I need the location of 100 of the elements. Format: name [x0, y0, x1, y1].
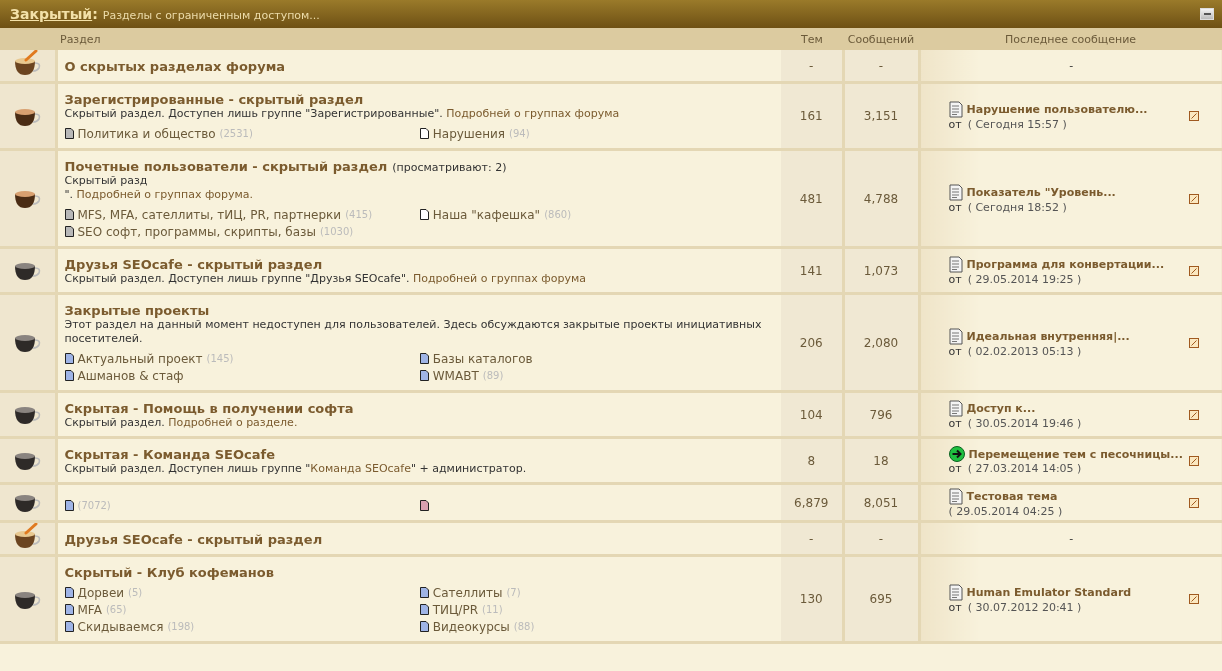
subforum-count: (11)	[482, 604, 503, 615]
post-count: 695	[869, 592, 893, 606]
author-prefix: от	[948, 462, 962, 475]
subforum-count: (94)	[509, 128, 530, 139]
author-prefix: от	[948, 272, 962, 286]
last-post-link[interactable]: Перемещение тем с песочницы...	[968, 447, 1183, 461]
post-date: ( 29.05.2014 19:25 )	[967, 272, 1082, 286]
post-count: 8,051	[863, 495, 899, 510]
subforum-count: (89)	[482, 370, 504, 381]
go-to-post-icon[interactable]	[1189, 497, 1199, 508]
post-date: ( Сегодня 15:57 )	[967, 118, 1067, 131]
subforum-link[interactable]: Скидываемся	[77, 619, 164, 634]
forum-title-link[interactable]: Зарегистрированные - скрытый раздел	[64, 92, 364, 107]
post-date: ( 30.05.2014 19:46 )	[967, 416, 1082, 430]
post-count: 3,151	[863, 109, 899, 123]
description-link[interactable]: Подробней о группах форума	[446, 107, 620, 120]
author-prefix: от	[948, 200, 962, 214]
subforum-count: (7)	[506, 587, 521, 598]
post-count: -	[878, 531, 884, 546]
description-link[interactable]: Подробней о группах форума	[412, 272, 586, 285]
author-prefix: от	[948, 416, 962, 430]
last-post-link[interactable]: Нарушение пользователю...	[966, 103, 1148, 116]
subforum-link[interactable]: Наша "кафешка"	[432, 207, 541, 222]
go-to-post-icon[interactable]	[1189, 111, 1199, 121]
last-post-link[interactable]: Тестовая тема	[966, 489, 1058, 503]
post-date: ( 30.07.2012 20:41 )	[967, 601, 1082, 614]
subforum-link[interactable]: Видеокурсы	[432, 619, 510, 634]
column-header: Последнее сообщение	[1004, 32, 1137, 46]
forum-description: Скрытый раздел. Доступен лишь группе "Друзья SEOcafe".	[64, 272, 411, 285]
last-post-link[interactable]: Программа для конвертации...	[966, 257, 1165, 271]
subforum-link[interactable]: Актуальный проект	[77, 351, 203, 366]
column-header: Тем	[801, 32, 823, 46]
post-count: 796	[869, 407, 893, 422]
last-post-empty: -	[1069, 532, 1074, 545]
topic-count: 141	[799, 263, 823, 278]
description-link[interactable]: Подробней о группах форума.	[76, 188, 254, 201]
subforum-link[interactable]: Базы каталогов	[432, 351, 533, 366]
category-subtitle: Разделы с ограниченным доступом...	[102, 9, 320, 22]
subforum-count: (65)	[105, 604, 127, 615]
last-post-link[interactable]: Показатель "Уровень...	[966, 185, 1116, 199]
subforum-link[interactable]: Сателлиты	[432, 585, 503, 600]
subforum-link[interactable]: ТИЦ/PR	[432, 602, 478, 617]
forum-title-link[interactable]: Закрытые проекты	[64, 303, 210, 318]
last-post-empty: -	[1069, 59, 1074, 72]
forum-description: " + администратор.	[411, 462, 527, 475]
go-to-post-icon[interactable]	[1189, 193, 1199, 204]
subforum-count: (145)	[206, 353, 234, 364]
subforum-count: (88)	[513, 621, 535, 632]
subforum-link[interactable]: Ашманов & стаф	[77, 368, 184, 383]
forum-title-link[interactable]: Друзья SEOcafe - скрытый раздел	[64, 257, 323, 272]
forum-title-link[interactable]: Друзья SEOcafe - скрытый раздел	[64, 532, 323, 547]
last-post-link[interactable]: Доступ к...	[966, 401, 1036, 415]
subforum-count: (5)	[128, 587, 143, 598]
last-post-link[interactable]: Идеальная внутренняя|...	[966, 329, 1130, 343]
category-separator: :	[92, 6, 98, 22]
category-link[interactable]: Закрытый	[10, 6, 93, 22]
post-count: 1,073	[863, 263, 899, 278]
forum-description: Скрытый разд	[64, 174, 148, 187]
forum-title-link[interactable]: Почетные пользователи - скрытый раздел	[64, 159, 388, 174]
forum-title-link[interactable]: О скрытых разделах форума	[64, 59, 286, 74]
column-header: Сообщений	[847, 32, 915, 46]
go-to-post-icon[interactable]	[1189, 337, 1199, 348]
go-to-post-icon[interactable]	[1189, 265, 1199, 276]
subforum-count: (415)	[345, 209, 373, 220]
post-date: ( Сегодня 18:52 )	[967, 200, 1067, 214]
forum-description: Этот раздел на данный момент недоступен для пользователей. Здесь обсуждаются закрытые проекты инициативных посетителей.	[64, 318, 762, 345]
description-link[interactable]: Команда SEOcafe	[310, 462, 411, 475]
collapse-button[interactable]	[1200, 8, 1214, 20]
viewer-count: (просматривают: 2)	[392, 161, 507, 174]
topic-count: -	[809, 531, 814, 546]
subforum-link[interactable]: MFS, MFA, сателлиты, тИЦ, PR, партнерки	[77, 207, 342, 222]
author-prefix: от	[948, 344, 962, 358]
go-to-post-icon[interactable]	[1189, 594, 1199, 604]
post-date: ( 27.03.2014 14:05 )	[967, 462, 1082, 475]
subforum-link[interactable]: Политика и общество	[77, 126, 216, 141]
topic-count: 130	[799, 592, 823, 606]
forum-title-link[interactable]: Скрытая - Команда SEOcafe	[64, 447, 275, 462]
subforum-link[interactable]: MFA	[77, 602, 102, 617]
topic-count: 8	[807, 453, 816, 468]
description-link[interactable]: Подробней о разделе.	[168, 416, 298, 429]
subforum-count: (1030)	[319, 226, 354, 237]
forum-title-link[interactable]: Скрытая - Помощь в получении софта	[64, 401, 354, 416]
post-date: ( 02.02.2013 05:13 )	[967, 344, 1082, 358]
last-post-link[interactable]: Human Emulator Standard	[966, 586, 1132, 599]
subforum-link[interactable]: WMABT	[432, 368, 479, 383]
forum-title-link[interactable]: Скрытый - Клуб кофеманов	[64, 565, 274, 580]
subforum-count: (198)	[167, 621, 195, 632]
subforum-link[interactable]: Дорвеи	[77, 585, 125, 600]
subforum-link[interactable]: SEO софт, программы, скрипты, базы	[77, 224, 316, 239]
post-count: -	[878, 58, 884, 73]
subforum-count: (2531)	[219, 128, 253, 139]
column-header: Раздел	[60, 32, 101, 46]
forum-description: Скрытый раздел. Доступен лишь группе "Зарегистрированные".	[64, 107, 444, 120]
topic-count: 481	[799, 191, 823, 206]
topic-count: 161	[799, 109, 823, 123]
author-prefix: от	[948, 118, 962, 131]
go-to-post-icon[interactable]	[1189, 455, 1199, 466]
subforum-link[interactable]: Нарушения	[432, 126, 506, 141]
go-to-post-icon[interactable]	[1189, 409, 1199, 420]
topic-count: 6,879	[794, 495, 829, 510]
